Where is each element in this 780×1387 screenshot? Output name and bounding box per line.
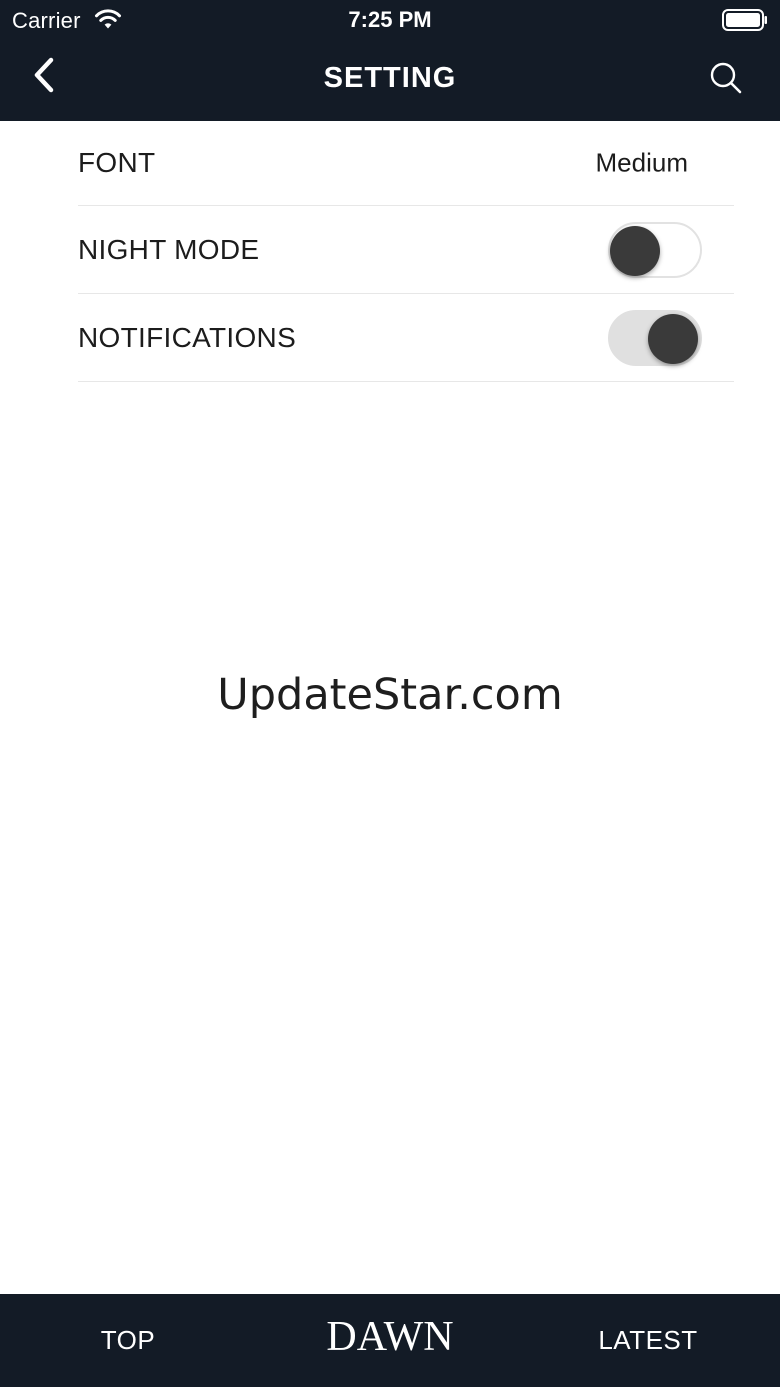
nav-bar: SETTING	[0, 40, 780, 121]
status-time: 7:25 PM	[348, 7, 432, 32]
watermark-text: UpdateStar.com	[217, 670, 563, 720]
font-label: FONT	[78, 147, 156, 178]
status-bar: Carrier 7:25 PM	[0, 0, 780, 40]
font-size-value[interactable]: Medium	[596, 148, 688, 179]
tab-top[interactable]: TOP	[48, 1294, 208, 1387]
dawn-logo[interactable]: DAWN	[290, 1290, 490, 1383]
settings-list: FONT Medium NIGHT MODE NOTIFICATIONS	[78, 121, 734, 382]
page-title: SETTING	[323, 62, 457, 94]
night-mode-toggle[interactable]	[608, 221, 702, 278]
toggle-knob	[648, 313, 698, 364]
battery-icon	[722, 9, 767, 31]
header: Carrier 7:25 PM SETTING	[0, 0, 780, 121]
notifications-label: NOTIFICATIONS	[78, 321, 297, 353]
settings-row-notifications: NOTIFICATIONS	[78, 294, 734, 382]
notifications-toggle[interactable]	[608, 309, 702, 366]
settings-row-font[interactable]: FONT Medium	[78, 121, 734, 206]
search-button[interactable]	[706, 58, 746, 98]
app-root: Carrier 7:25 PM SETTING FONT Medium NIGH…	[0, 0, 780, 1387]
tab-latest[interactable]: LATEST	[568, 1294, 728, 1387]
settings-row-night-mode: NIGHT MODE	[78, 206, 734, 294]
night-mode-label: NIGHT MODE	[78, 233, 260, 265]
toggle-knob	[610, 225, 660, 276]
bottom-tab-bar: TOP DAWN LATEST	[0, 1294, 780, 1387]
search-icon	[710, 62, 742, 94]
